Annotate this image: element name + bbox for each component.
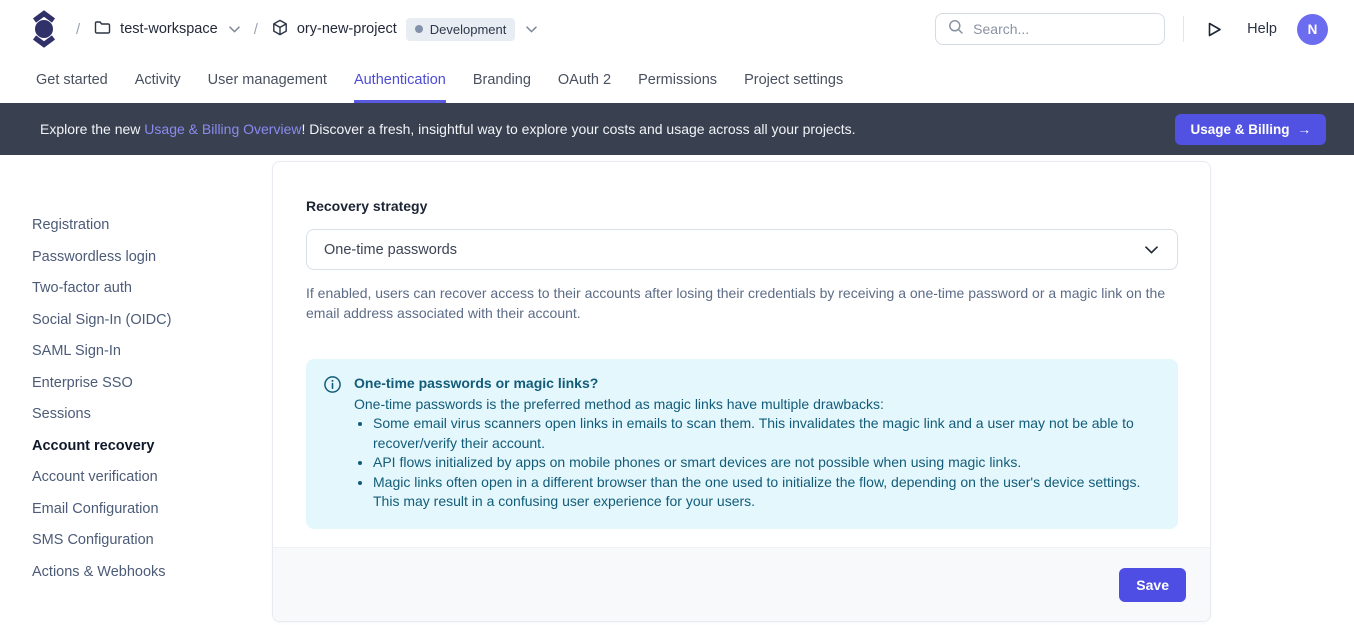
info-box-title: One-time passwords or magic links? bbox=[354, 374, 1158, 394]
chevron-down-icon bbox=[526, 26, 537, 33]
tab-project-settings[interactable]: Project settings bbox=[744, 58, 843, 103]
avatar[interactable]: N bbox=[1297, 14, 1328, 45]
recovery-strategy-select[interactable]: One-time passwords bbox=[306, 229, 1178, 270]
info-box-bullet: Magic links often open in a different br… bbox=[373, 473, 1158, 512]
help-link[interactable]: Help bbox=[1247, 21, 1277, 37]
top-bar: / test-workspace / bbox=[0, 0, 1354, 58]
sidebar-item-email-configuration[interactable]: Email Configuration bbox=[32, 501, 272, 523]
sidebar-item-sms-configuration[interactable]: SMS Configuration bbox=[32, 532, 272, 554]
save-button[interactable]: Save bbox=[1119, 568, 1186, 602]
arrow-right-icon: → bbox=[1298, 122, 1312, 137]
workspace-name: test-workspace bbox=[120, 21, 218, 37]
package-icon bbox=[272, 19, 288, 40]
content-area: Registration Passwordless login Two-fact… bbox=[0, 155, 1354, 625]
breadcrumb-separator: / bbox=[254, 21, 258, 38]
chevron-down-icon bbox=[1145, 242, 1158, 258]
account-recovery-form: Recovery strategy One-time passwords If … bbox=[273, 162, 1210, 547]
breadcrumb-separator: / bbox=[76, 21, 80, 38]
tab-get-started[interactable]: Get started bbox=[36, 58, 108, 103]
recovery-strategy-selected-value: One-time passwords bbox=[324, 242, 457, 258]
account-recovery-card: Recovery strategy One-time passwords If … bbox=[272, 161, 1211, 622]
project-name: ory-new-project bbox=[297, 21, 397, 37]
info-box-bullet-list: Some email virus scanners open links in … bbox=[354, 414, 1158, 512]
sidebar-item-sessions[interactable]: Sessions bbox=[32, 406, 272, 428]
topbar-actions: Help N bbox=[935, 13, 1328, 45]
search-box[interactable] bbox=[935, 13, 1165, 45]
sidebar-item-enterprise-sso[interactable]: Enterprise SSO bbox=[32, 375, 272, 397]
settings-sidebar: Registration Passwordless login Two-fact… bbox=[0, 155, 272, 625]
folder-icon bbox=[94, 20, 111, 39]
info-box-bullet: Some email virus scanners open links in … bbox=[373, 414, 1158, 453]
info-box: One-time passwords or magic links? One-t… bbox=[306, 359, 1178, 529]
environment-badge: Development bbox=[406, 18, 516, 41]
ory-logo[interactable] bbox=[30, 10, 58, 48]
info-icon bbox=[323, 374, 342, 512]
sidebar-item-social-sign-in[interactable]: Social Sign-In (OIDC) bbox=[32, 312, 272, 334]
card-footer: Save bbox=[273, 547, 1210, 621]
app-window: / test-workspace / bbox=[0, 0, 1354, 625]
search-icon bbox=[948, 19, 964, 40]
search-input[interactable] bbox=[973, 21, 1154, 37]
sidebar-item-saml-sign-in[interactable]: SAML Sign-In bbox=[32, 343, 272, 365]
recovery-strategy-label: Recovery strategy bbox=[306, 198, 1178, 214]
tab-user-management[interactable]: User management bbox=[208, 58, 327, 103]
sidebar-item-registration[interactable]: Registration bbox=[32, 217, 272, 239]
info-box-intro: One-time passwords is the preferred meth… bbox=[354, 395, 1158, 415]
sidebar-item-passwordless-login[interactable]: Passwordless login bbox=[32, 249, 272, 271]
topbar-divider bbox=[1183, 16, 1184, 42]
recovery-strategy-help-text: If enabled, users can recover access to … bbox=[306, 283, 1178, 323]
usage-billing-button-label: Usage & Billing bbox=[1190, 122, 1289, 137]
workspace-switcher[interactable]: test-workspace bbox=[94, 20, 240, 39]
sidebar-item-account-verification[interactable]: Account verification bbox=[32, 469, 272, 491]
banner-text: Explore the new Usage & Billing Overview… bbox=[40, 121, 856, 137]
breadcrumb: / test-workspace / bbox=[30, 10, 537, 48]
banner-text-prefix: Explore the new bbox=[40, 121, 144, 137]
usage-billing-overview-link[interactable]: Usage & Billing Overview bbox=[144, 121, 301, 137]
tab-branding[interactable]: Branding bbox=[473, 58, 531, 103]
tab-authentication[interactable]: Authentication bbox=[354, 58, 446, 103]
play-icon[interactable] bbox=[1206, 21, 1223, 38]
sidebar-item-account-recovery[interactable]: Account recovery bbox=[32, 438, 272, 460]
sidebar-item-actions-webhooks[interactable]: Actions & Webhooks bbox=[32, 564, 272, 586]
sidebar-item-two-factor-auth[interactable]: Two-factor auth bbox=[32, 280, 272, 302]
tab-permissions[interactable]: Permissions bbox=[638, 58, 717, 103]
environment-label: Development bbox=[430, 22, 507, 37]
tab-activity[interactable]: Activity bbox=[135, 58, 181, 103]
usage-billing-button[interactable]: Usage & Billing → bbox=[1175, 114, 1326, 145]
environment-dot-icon bbox=[415, 25, 423, 33]
usage-billing-banner: Explore the new Usage & Billing Overview… bbox=[0, 103, 1354, 155]
banner-text-suffix: ! Discover a fresh, insightful way to ex… bbox=[301, 121, 855, 137]
tab-oauth2[interactable]: OAuth 2 bbox=[558, 58, 611, 103]
project-switcher[interactable]: ory-new-project Development bbox=[272, 18, 538, 41]
info-box-content: One-time passwords or magic links? One-t… bbox=[354, 374, 1158, 512]
project-nav-tabs: Get started Activity User management Aut… bbox=[0, 58, 1354, 103]
info-box-bullet: API flows initialized by apps on mobile … bbox=[373, 453, 1158, 473]
chevron-down-icon bbox=[229, 26, 240, 33]
